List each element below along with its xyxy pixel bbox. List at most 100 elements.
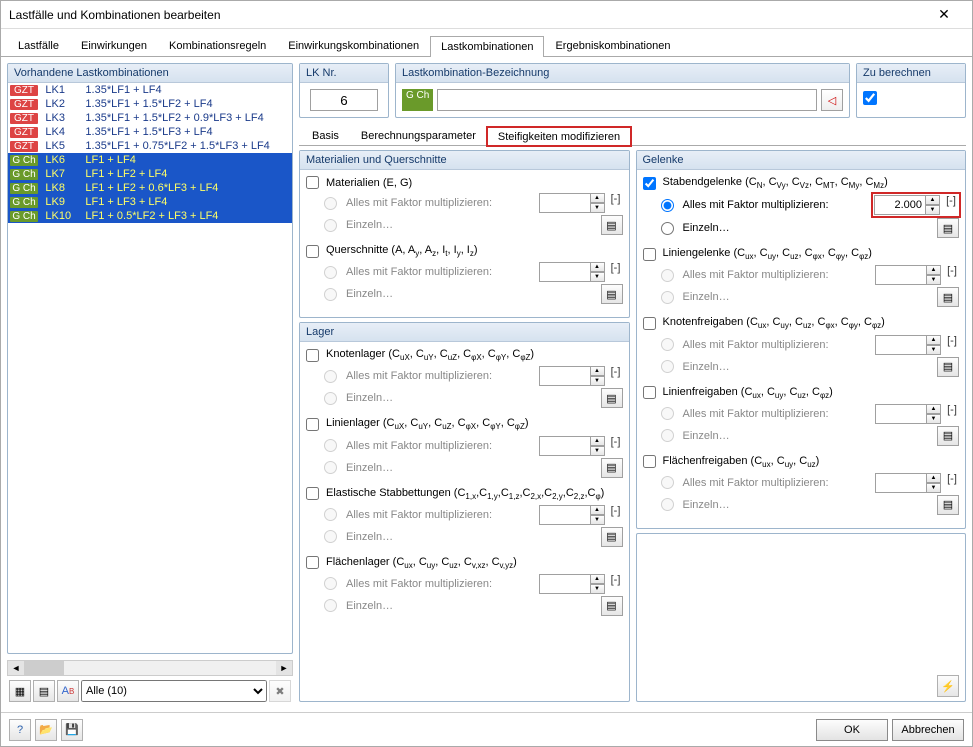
edit-icon[interactable]: ▤ bbox=[601, 527, 623, 547]
table-row[interactable]: GZTLK31.35*LF1 + 1.5*LF2 + 0.9*LF3 + LF4 bbox=[8, 111, 292, 125]
spin-up-icon[interactable]: ▲ bbox=[591, 193, 605, 203]
block-checkbox[interactable] bbox=[643, 455, 656, 468]
spin-down-icon[interactable]: ▼ bbox=[591, 272, 605, 282]
tab-einwirkungskombinationen[interactable]: Einwirkungskombinationen bbox=[277, 35, 430, 56]
tab-lastfaelle[interactable]: Lastfälle bbox=[7, 35, 70, 56]
einzeln-radio[interactable] bbox=[324, 392, 337, 405]
tab-ergebniskombinationen[interactable]: Ergebniskombinationen bbox=[544, 35, 681, 56]
block-checkbox[interactable] bbox=[643, 317, 656, 330]
block-checkbox[interactable] bbox=[643, 386, 656, 399]
factor-input[interactable] bbox=[539, 505, 591, 525]
edit-icon[interactable]: ▤ bbox=[937, 357, 959, 377]
factor-input[interactable] bbox=[539, 574, 591, 594]
help-icon[interactable]: ? bbox=[9, 719, 31, 741]
h-scrollbar[interactable]: ◄► bbox=[7, 660, 293, 676]
factor-radio[interactable] bbox=[661, 407, 674, 420]
einzeln-radio[interactable] bbox=[324, 599, 337, 612]
spin-up-icon[interactable]: ▲ bbox=[591, 366, 605, 376]
block-checkbox[interactable] bbox=[643, 177, 656, 190]
factor-input[interactable] bbox=[875, 473, 927, 493]
spin-up-icon[interactable]: ▲ bbox=[927, 473, 941, 483]
table-row[interactable]: G ChLK7LF1 + LF2 + LF4 bbox=[8, 167, 292, 181]
block-checkbox[interactable] bbox=[306, 349, 319, 362]
table-row[interactable]: G ChLK6LF1 + LF4 bbox=[8, 153, 292, 167]
edit-icon[interactable]: ▤ bbox=[601, 388, 623, 408]
spin-up-icon[interactable]: ▲ bbox=[927, 265, 941, 275]
einzeln-radio[interactable] bbox=[661, 291, 674, 304]
table-row[interactable]: GZTLK11.35*LF1 + LF4 bbox=[8, 83, 292, 97]
factor-radio[interactable] bbox=[661, 338, 674, 351]
einzeln-radio[interactable] bbox=[661, 360, 674, 373]
block-checkbox[interactable] bbox=[643, 248, 656, 261]
filter-select[interactable]: Alle (10) bbox=[81, 680, 267, 702]
spin-up-icon[interactable]: ▲ bbox=[591, 505, 605, 515]
calc-checkbox[interactable] bbox=[863, 91, 877, 105]
einzeln-radio[interactable] bbox=[324, 219, 337, 232]
table-row[interactable]: G ChLK9LF1 + LF3 + LF4 bbox=[8, 195, 292, 209]
factor-input[interactable] bbox=[875, 404, 927, 424]
subtab-basis[interactable]: Basis bbox=[301, 126, 350, 145]
cancel-button[interactable]: Abbrechen bbox=[892, 719, 964, 741]
factor-radio[interactable] bbox=[324, 370, 337, 383]
edit-icon[interactable]: ▤ bbox=[937, 287, 959, 307]
prev-icon[interactable]: ◁ bbox=[821, 89, 843, 111]
spin-down-icon[interactable]: ▼ bbox=[926, 205, 940, 215]
spin-down-icon[interactable]: ▼ bbox=[927, 483, 941, 493]
factor-radio[interactable] bbox=[324, 577, 337, 590]
delete-icon[interactable]: ✖ bbox=[269, 680, 291, 702]
edit-icon[interactable]: ▤ bbox=[937, 495, 959, 515]
einzeln-radio[interactable] bbox=[661, 222, 674, 235]
einzeln-radio[interactable] bbox=[324, 461, 337, 474]
edit-icon[interactable]: ▤ bbox=[601, 596, 623, 616]
spin-down-icon[interactable]: ▼ bbox=[927, 275, 941, 285]
factor-radio[interactable] bbox=[661, 199, 674, 212]
desc-input[interactable] bbox=[437, 89, 817, 111]
factor-radio[interactable] bbox=[324, 197, 337, 210]
open-icon[interactable]: 📂 bbox=[35, 719, 57, 741]
spin-down-icon[interactable]: ▼ bbox=[591, 376, 605, 386]
table-row[interactable]: GZTLK21.35*LF1 + 1.5*LF2 + LF4 bbox=[8, 97, 292, 111]
block-checkbox[interactable] bbox=[306, 556, 319, 569]
edit-icon[interactable]: ▤ bbox=[937, 218, 959, 238]
spin-up-icon[interactable]: ▲ bbox=[591, 436, 605, 446]
save-icon[interactable]: 💾 bbox=[61, 719, 83, 741]
factor-input[interactable] bbox=[539, 366, 591, 386]
factor-radio[interactable] bbox=[661, 476, 674, 489]
tab-kombinationsregeln[interactable]: Kombinationsregeln bbox=[158, 35, 277, 56]
factor-input[interactable] bbox=[875, 335, 927, 355]
lightning-icon[interactable]: ⚡ bbox=[937, 675, 959, 697]
edit-icon[interactable]: ▤ bbox=[601, 458, 623, 478]
einzeln-radio[interactable] bbox=[661, 498, 674, 511]
tab-lastkombinationen[interactable]: Lastkombinationen bbox=[430, 36, 544, 57]
factor-input[interactable] bbox=[539, 436, 591, 456]
subtab-berechnung[interactable]: Berechnungsparameter bbox=[350, 126, 487, 145]
factor-input[interactable] bbox=[874, 195, 926, 215]
table-row[interactable]: G ChLK8LF1 + LF2 + 0.6*LF3 + LF4 bbox=[8, 181, 292, 195]
edit-icon[interactable]: ▤ bbox=[601, 215, 623, 235]
spin-down-icon[interactable]: ▼ bbox=[927, 345, 941, 355]
spin-up-icon[interactable]: ▲ bbox=[591, 262, 605, 272]
spin-down-icon[interactable]: ▼ bbox=[591, 515, 605, 525]
block-checkbox[interactable] bbox=[306, 418, 319, 431]
spin-down-icon[interactable]: ▼ bbox=[591, 446, 605, 456]
spin-up-icon[interactable]: ▲ bbox=[927, 335, 941, 345]
einzeln-radio[interactable] bbox=[324, 530, 337, 543]
copy-icon[interactable]: ▤ bbox=[33, 680, 55, 702]
factor-radio[interactable] bbox=[324, 266, 337, 279]
lk-table[interactable]: GZTLK11.35*LF1 + LF4GZTLK21.35*LF1 + 1.5… bbox=[8, 83, 292, 223]
block-checkbox[interactable] bbox=[306, 176, 319, 189]
spin-up-icon[interactable]: ▲ bbox=[591, 574, 605, 584]
block-checkbox[interactable] bbox=[306, 245, 319, 258]
table-row[interactable]: GZTLK51.35*LF1 + 0.75*LF2 + 1.5*LF3 + LF… bbox=[8, 139, 292, 153]
sort-icon[interactable]: AB bbox=[57, 680, 79, 702]
einzeln-radio[interactable] bbox=[661, 429, 674, 442]
tab-einwirkungen[interactable]: Einwirkungen bbox=[70, 35, 158, 56]
factor-radio[interactable] bbox=[661, 269, 674, 282]
subtab-steifigkeiten[interactable]: Steifigkeiten modifizieren bbox=[487, 127, 631, 146]
lknr-input[interactable] bbox=[310, 89, 378, 111]
spin-up-icon[interactable]: ▲ bbox=[927, 404, 941, 414]
table-row[interactable]: GZTLK41.35*LF1 + 1.5*LF3 + LF4 bbox=[8, 125, 292, 139]
table-row[interactable]: G ChLK10LF1 + 0.5*LF2 + LF3 + LF4 bbox=[8, 209, 292, 223]
factor-radio[interactable] bbox=[324, 439, 337, 452]
edit-icon[interactable]: ▤ bbox=[601, 284, 623, 304]
